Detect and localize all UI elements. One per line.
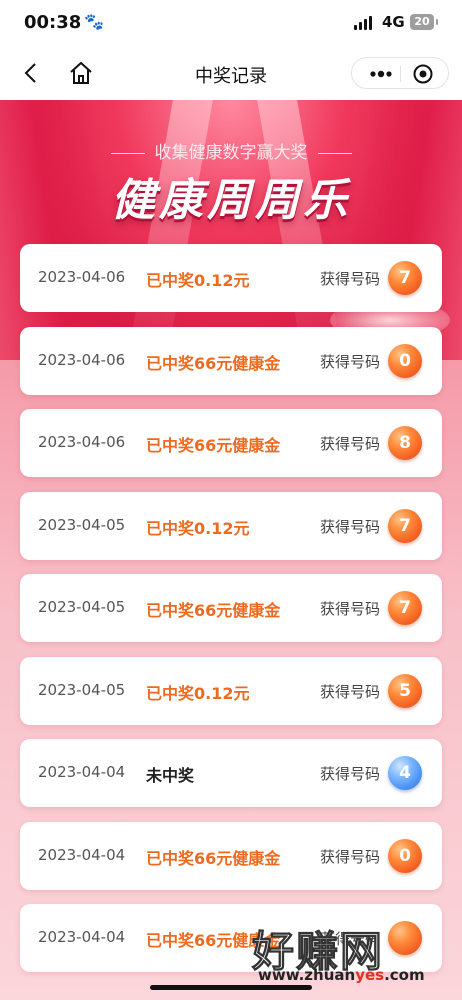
more-icon[interactable] [366, 64, 396, 84]
number-ball: 7 [388, 509, 422, 543]
record-date: 2023-04-06 [38, 351, 126, 369]
home-icon[interactable] [68, 60, 94, 86]
battery-icon: 20 [410, 14, 438, 30]
number-ball: 8 [388, 426, 422, 460]
record-item: 2023-04-05 已中奖0.12元 获得号码 5 [20, 657, 442, 725]
record-item: 2023-04-04 已中奖66元健康金 获得号码 0 [20, 822, 442, 890]
record-status: 已中奖0.12元 [146, 684, 250, 703]
number-label: 获得号码 [320, 435, 381, 453]
record-status: 已中奖66元健康金 [146, 436, 281, 455]
number-label: 获得号码 [320, 270, 381, 288]
record-status: 已中奖66元健康金 [146, 931, 281, 950]
close-miniprogram-icon[interactable] [412, 63, 434, 85]
record-date: 2023-04-04 [38, 846, 126, 864]
record-date: 2023-04-04 [38, 928, 126, 946]
number-label: 获得号码 [320, 765, 381, 783]
record-item: 2023-04-06 已中奖66元健康金 获得号码 0 [20, 327, 442, 395]
number-label: 获得号码 [320, 518, 381, 536]
number-ball [388, 921, 422, 955]
record-status: 已中奖0.12元 [146, 519, 250, 538]
number-ball: 7 [388, 261, 422, 295]
capsule-divider [400, 66, 401, 82]
network-type: 4G [382, 13, 405, 31]
status-bar: 00:38 🐾 4G 20 [0, 0, 462, 46]
record-status: 未中奖 [146, 766, 195, 785]
record-item: 2023-04-06 已中奖0.12元 获得号码 7 [20, 244, 442, 312]
number-ball: 7 [388, 591, 422, 625]
number-label: 获得号码 [320, 353, 381, 371]
record-date: 2023-04-05 [38, 516, 126, 534]
number-label: 获得号码 [320, 683, 381, 701]
record-item: 2023-04-06 已中奖66元健康金 获得号码 8 [20, 409, 442, 477]
signal-icon [354, 16, 376, 30]
paw-icon: 🐾 [84, 12, 104, 31]
nav-bar: 中奖记录 [0, 46, 462, 100]
record-date: 2023-04-05 [38, 598, 126, 616]
record-item: 2023-04-04 已中奖66元健康金 获得号码 [20, 904, 442, 972]
status-time: 00:38 [24, 12, 82, 33]
number-ball: 5 [388, 674, 422, 708]
banner: 收集健康数字赢大奖 健康周周乐 [0, 100, 462, 360]
record-date: 2023-04-06 [38, 268, 126, 286]
record-status: 已中奖0.12元 [146, 271, 250, 290]
record-item: 2023-04-05 已中奖0.12元 获得号码 7 [20, 492, 442, 560]
banner-title: 健康周周乐 [111, 175, 351, 226]
number-label: 获得号码 [320, 930, 381, 948]
number-ball: 0 [388, 839, 422, 873]
record-item: 2023-04-04 未中奖 获得号码 4 [20, 739, 442, 807]
home-indicator [150, 985, 312, 990]
mini-program-capsule [351, 57, 449, 89]
number-ball: 0 [388, 344, 422, 378]
record-item: 2023-04-05 已中奖66元健康金 获得号码 7 [20, 574, 442, 642]
banner-subtitle: 收集健康数字赢大奖 [0, 138, 462, 163]
record-date: 2023-04-04 [38, 763, 126, 781]
number-label: 获得号码 [320, 848, 381, 866]
record-status: 已中奖66元健康金 [146, 849, 281, 868]
record-status: 已中奖66元健康金 [146, 601, 281, 620]
number-label: 获得号码 [320, 600, 381, 618]
record-date: 2023-04-05 [38, 681, 126, 699]
back-arrow-icon[interactable] [20, 61, 44, 85]
record-date: 2023-04-06 [38, 433, 126, 451]
record-status: 已中奖66元健康金 [146, 354, 281, 373]
number-ball: 4 [388, 756, 422, 790]
